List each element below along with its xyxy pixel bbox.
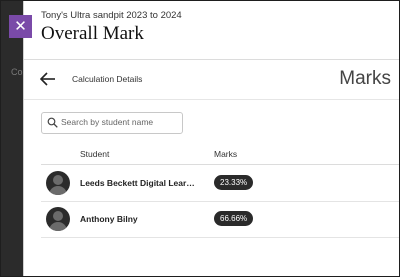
table-row: Anthony Bilny 66.66% — [41, 201, 399, 238]
student-name[interactable]: Anthony Bilny — [80, 214, 198, 224]
background-text: Co — [11, 67, 23, 77]
mark-badge[interactable]: 23.33% — [214, 175, 254, 190]
mark-badge[interactable]: 66.66% — [214, 211, 254, 226]
calculation-bar: Calculation Details Marks — [24, 59, 399, 100]
table-row: Leeds Beckett Digital Learning 23.33% — [41, 165, 399, 202]
search-box — [41, 112, 183, 134]
page-title: Overall Mark — [41, 23, 144, 44]
background-page: Co — [1, 1, 23, 276]
screen-frame: Co ✕ Tony's Ultra sandpit 2023 to 2024 O… — [0, 0, 400, 277]
student-column-header[interactable]: Student — [80, 149, 109, 159]
course-name: Tony's Ultra sandpit 2023 to 2024 — [41, 10, 182, 21]
search-icon — [47, 117, 58, 128]
overall-mark-panel: Tony's Ultra sandpit 2023 to 2024 Overal… — [23, 1, 399, 276]
panel-header: Tony's Ultra sandpit 2023 to 2024 Overal… — [24, 1, 399, 60]
avatar — [46, 171, 70, 195]
marks-heading: Marks — [339, 68, 391, 89]
back-arrow-icon[interactable] — [40, 72, 56, 86]
avatar — [46, 207, 70, 231]
student-name[interactable]: Leeds Beckett Digital Learning — [80, 178, 198, 188]
marks-column-header[interactable]: Marks — [214, 149, 237, 159]
search-input[interactable] — [61, 114, 177, 130]
close-button[interactable]: ✕ — [9, 15, 32, 38]
calculation-details-link[interactable]: Calculation Details — [72, 74, 142, 84]
close-icon: ✕ — [14, 18, 27, 35]
